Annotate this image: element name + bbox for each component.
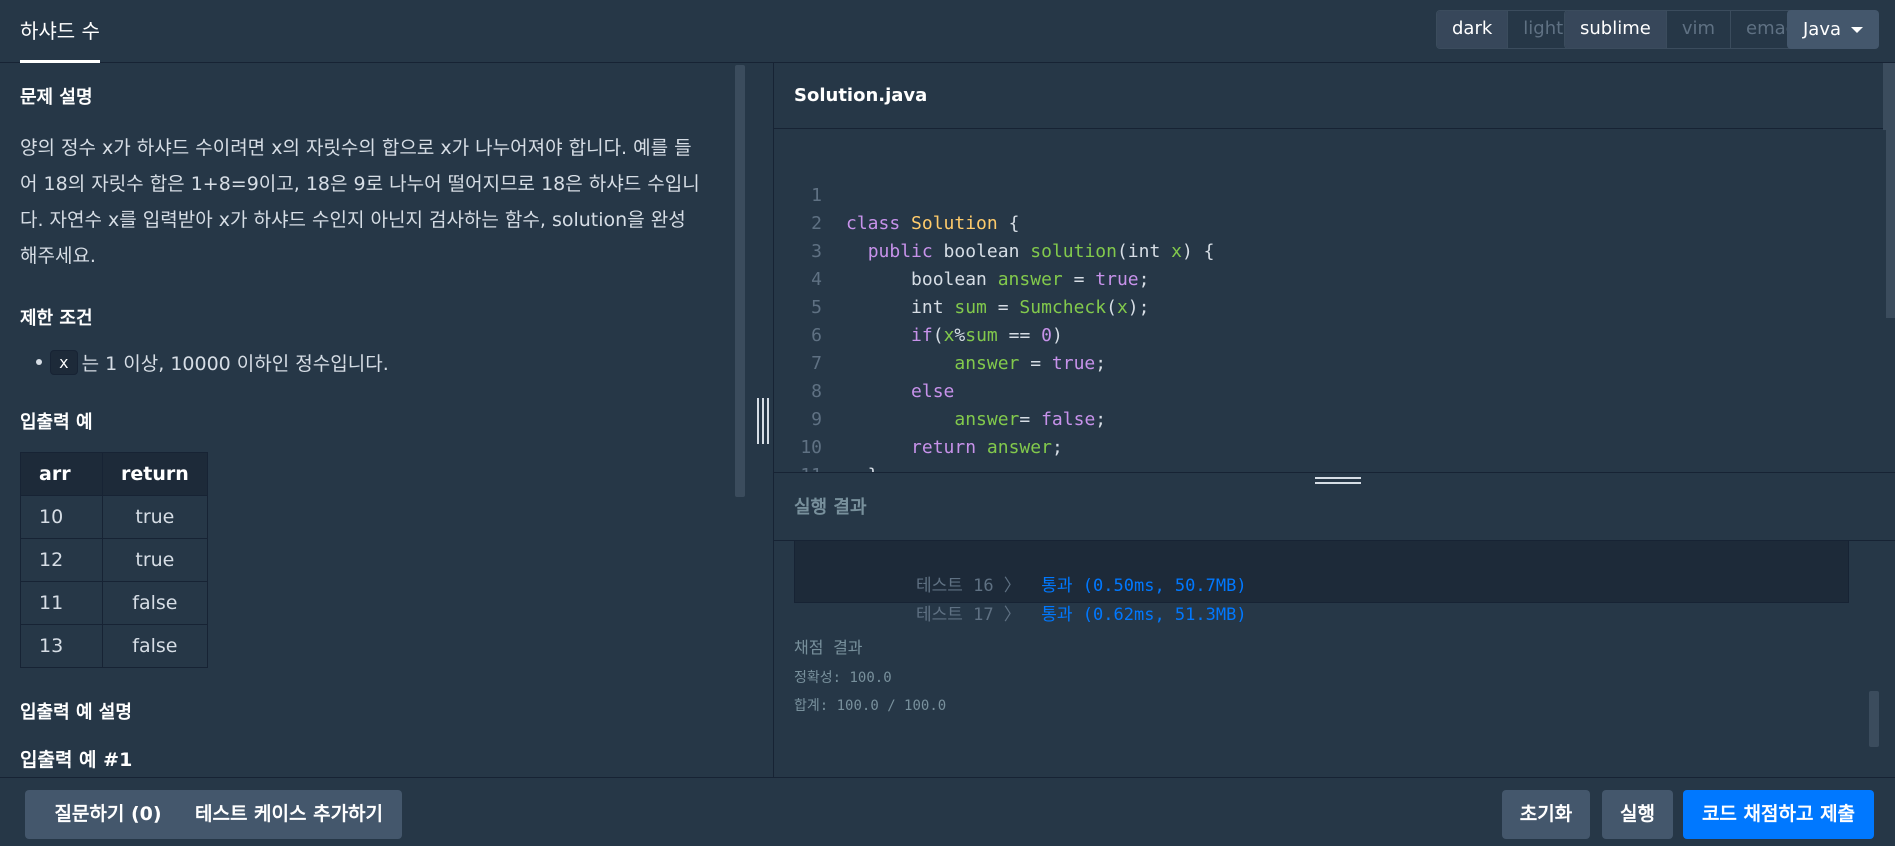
grip-line (757, 398, 759, 444)
code-editor[interactable]: 1 class Solution { 2 public boolean solu… (774, 130, 1886, 472)
vertical-resize-handle[interactable] (756, 398, 770, 444)
table-cell: false (102, 624, 208, 668)
code-text: if(x%sum == 0) (911, 325, 1063, 346)
bottom-bar: 질문하기 (0) 테스트 케이스 추가하기 초기화 실행 코드 채점하고 제출 (0, 777, 1895, 846)
bullet-icon (36, 359, 42, 365)
top-bar: 하샤드 수 dark light sublime vim emacs Java (0, 0, 1895, 63)
theme-dark-button[interactable]: dark (1437, 11, 1508, 48)
grip-line (762, 398, 764, 444)
io-table: arr return 10 true 12 true 11 false 13 f… (20, 452, 208, 668)
column-header-return: return (102, 452, 208, 496)
code-line: 8 answer= false; (774, 350, 1106, 430)
theme-toggle: dark light (1436, 10, 1580, 49)
table-cell: false (102, 581, 208, 625)
code-text: class Solution { (846, 213, 1020, 234)
table-cell: 13 (20, 624, 103, 668)
description-line: 양의 정수 x가 하샤드 수이려면 x의 자릿수의 합으로 x가 나누어져야 합… (20, 137, 692, 159)
code-line: 6 answer = true; (774, 294, 1106, 374)
code-text: answer= false; (954, 409, 1107, 430)
code-line: 7 else (774, 322, 954, 402)
grade-heading: 채점 결과 (794, 638, 863, 657)
code-text: answer = true; (954, 353, 1107, 374)
code-line: 10 } (774, 406, 878, 472)
description-line: 다. 자연수 x를 입력받아 x가 하샤드 수인지 아닌지 검사하는 함수, s… (20, 209, 686, 231)
code-text: boolean answer = true; (846, 269, 1150, 290)
file-name: Solution.java (794, 85, 928, 106)
test-label: 테스트 17 〉 (915, 605, 1021, 625)
table-cell: true (102, 538, 208, 582)
keymap-toggle: sublime vim emacs (1564, 10, 1821, 49)
code-text: public boolean solution(int x) { (867, 241, 1215, 262)
description-line: 해주세요. (20, 245, 96, 267)
grade-total: 합계: 100.0 / 100.0 (794, 698, 947, 714)
problem-panel: 문제 설명 양의 정수 x가 하샤드 수이려면 x의 자릿수의 합으로 x가 나… (0, 63, 773, 777)
code-line: 4 int sum = Sumcheck(x); (774, 238, 1149, 318)
constraint-code: x (50, 350, 78, 375)
constraints-heading: 제한 조건 (20, 308, 93, 329)
keymap-vim-button[interactable]: vim (1665, 11, 1731, 48)
constraint-item: x 는 1 이상, 10000 이하인 정수입니다. (36, 349, 389, 376)
add-testcase-button[interactable]: 테스트 케이스 추가하기 (176, 790, 402, 839)
test-row: 테스트 17 〉 통과 (0.62ms, 51.3MB) (875, 573, 1247, 625)
test-result: 통과 (0.62ms, 51.3MB) (1041, 605, 1247, 625)
io-example-heading: 입출력 예 #1 (20, 749, 133, 771)
constraint-text: 는 1 이상, 10000 이하인 정수입니다. (81, 353, 389, 375)
io-heading: 입출력 예 (20, 412, 93, 433)
submit-button[interactable]: 코드 채점하고 제출 (1683, 790, 1874, 839)
code-line: 3 boolean answer = true; (774, 210, 1149, 290)
code-text: else (911, 381, 955, 402)
editor-file-header: Solution.java (774, 63, 1895, 129)
result-header: 실행 결과 (774, 473, 1895, 541)
table-row: 11 false (20, 581, 208, 625)
language-label: Java (1803, 19, 1842, 40)
result-scrollbar[interactable] (1869, 691, 1879, 747)
result-heading: 실행 결과 (794, 497, 867, 518)
problem-description: 양의 정수 x가 하샤드 수이려면 x의 자릿수의 합으로 x가 나누어져야 합… (20, 130, 720, 274)
question-button[interactable]: 질문하기 (0) (25, 790, 191, 839)
problem-tab-title[interactable]: 하샤드 수 (20, 0, 100, 63)
grade-accuracy: 정확성: 100.0 (794, 670, 892, 686)
table-row: 10 true (20, 495, 208, 539)
test-row: 테스트 16 〉 통과 (0.50ms, 50.7MB) (875, 544, 1247, 596)
table-cell: 10 (20, 495, 103, 539)
caret-down-icon (1851, 27, 1863, 33)
description-line: 어 18의 자릿수 합은 1+8=9이고, 18은 9로 나누어 떨어지므로 1… (20, 173, 700, 195)
table-cell: 11 (20, 581, 103, 625)
code-text: return answer; (911, 437, 1063, 458)
code-line: 9 return answer; (774, 378, 1063, 458)
code-line: 1 class Solution { (774, 154, 1019, 234)
column-header-arr: arr (20, 452, 103, 496)
io-explain-heading: 입출력 예 설명 (20, 702, 132, 723)
code-line: 12 { (774, 462, 817, 472)
code-line: 2 public boolean solution(int x) { (774, 182, 1214, 262)
code-line: 11 public int Sumcheck(int xcheck) (774, 434, 822, 472)
reset-button[interactable]: 초기화 (1502, 790, 1590, 839)
language-dropdown[interactable]: Java (1787, 10, 1879, 49)
table-row: 12 true (20, 538, 208, 582)
run-button[interactable]: 실행 (1602, 790, 1673, 839)
code-text: } (846, 462, 879, 472)
table-header-row: arr return (20, 452, 208, 496)
test-results: 테스트 16 〉 통과 (0.50ms, 50.7MB) 테스트 17 〉 통과… (794, 541, 1849, 625)
problem-scrollbar[interactable] (735, 65, 745, 497)
table-cell: true (102, 495, 208, 539)
keymap-sublime-button[interactable]: sublime (1565, 11, 1666, 48)
grip-line (767, 398, 769, 444)
code-line: 5 if(x%sum == 0) (774, 266, 1063, 346)
table-row: 13 false (20, 624, 208, 668)
code-text: int sum = Sumcheck(x); (846, 297, 1150, 318)
description-heading: 문제 설명 (20, 87, 93, 108)
table-cell: 12 (20, 538, 103, 582)
